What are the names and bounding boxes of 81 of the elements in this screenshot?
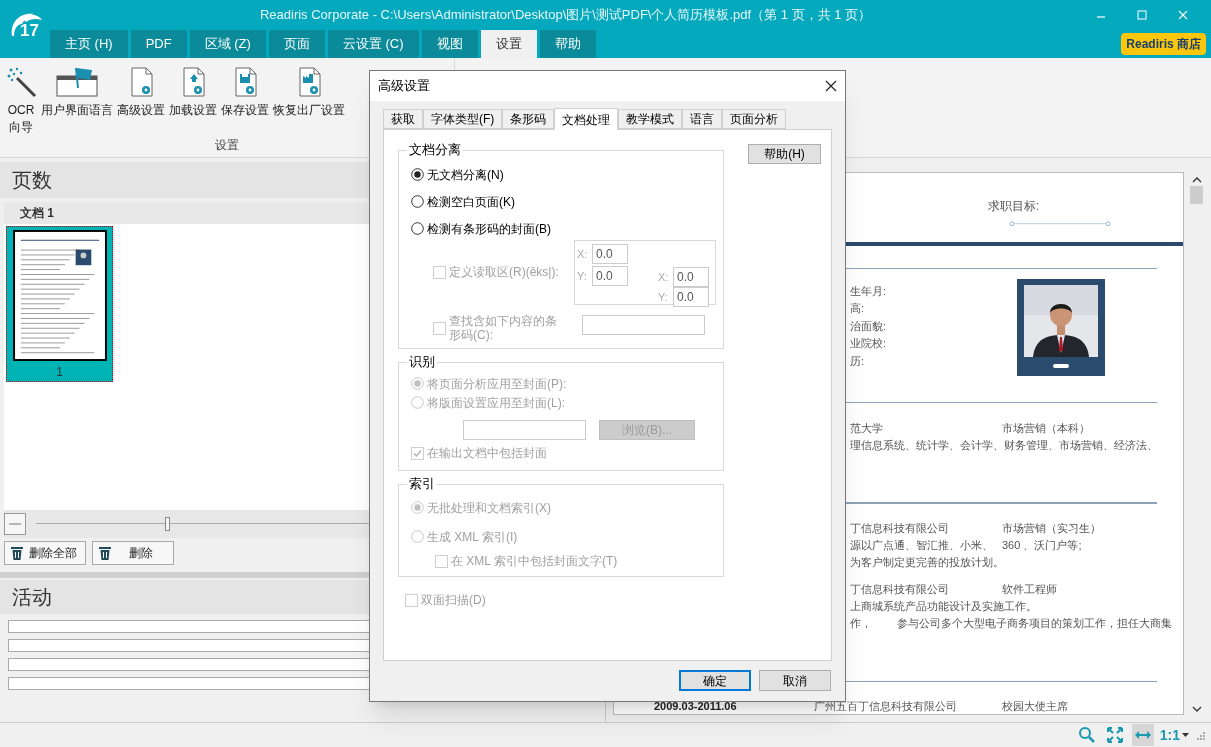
window-title: Readiris Corporate - C:\Users\Administrator\Desktop\图片\测试PDF\个人简历模板.pdf（第 1 页，共 1 页） [258, 6, 873, 25]
document-text: 市场营销（本科） [1002, 421, 1090, 434]
ribbon-tab[interactable]: 云设置 (C) [327, 30, 419, 58]
field-label: 求职目标: [988, 199, 1040, 213]
close-icon[interactable] [825, 80, 837, 92]
field-label: X: [577, 246, 589, 262]
field-label: 业院校: [850, 336, 887, 352]
trash-icon [99, 546, 111, 560]
group-header: 文档 1 [20, 205, 54, 222]
ribbon-tab[interactable]: PDF [130, 30, 187, 58]
ribbon-tab[interactable]: 视图 [421, 30, 478, 58]
dialog-tab[interactable]: 页面分析 [722, 109, 787, 129]
search-icon [1077, 726, 1096, 744]
document-text: 2009.03-2011.06 [654, 700, 737, 713]
panel-title: 页数 [12, 168, 52, 193]
fit-page-icon [1105, 726, 1124, 744]
group-title: 文档分离 [407, 142, 463, 158]
field-label: Y: [658, 289, 669, 305]
ribbon-tool-button[interactable]: 恢复出厂设置 [272, 66, 346, 119]
dialog-tab[interactable]: 教学模式 [618, 109, 683, 129]
delete-button[interactable]: 删除全部 [4, 541, 86, 565]
group-title: 识别 [407, 354, 437, 370]
dialog-button[interactable]: 取消 [759, 670, 831, 691]
field-label: 生年月: [850, 284, 887, 299]
magic-wand-icon [5, 66, 37, 98]
ribbon-tool-button[interactable]: 高级设置 [116, 66, 166, 119]
ribbon-tool-button[interactable]: 用户界面语言 [40, 66, 114, 119]
ribbon-tool-button[interactable]: OCR 向导 [4, 66, 38, 136]
document-text: 360 、沃门户等; [1002, 539, 1082, 552]
document-text: 上商城系统产品功能设计及实施工作。 [850, 600, 1037, 613]
status-tool-button[interactable] [1131, 724, 1154, 746]
document-text: 参与公司多个大型电子商务项目的策划工作，担任大商集 [897, 617, 1172, 630]
radio-button[interactable]: 检测有条形码的封面(B) [411, 219, 551, 238]
delete-button[interactable]: 删除 [92, 541, 174, 565]
help-button[interactable]: 帮助(H) [748, 144, 821, 164]
field-label: 历: [850, 354, 865, 369]
ribbon-tab[interactable]: 帮助 [539, 30, 596, 58]
dialog-tab[interactable]: 语言 [682, 109, 723, 129]
document-text: 为客户制定更完善的投放计划。 [850, 556, 1004, 569]
flag-window-icon [56, 66, 98, 98]
ribbon-tab[interactable]: 区域 (Z) [189, 30, 266, 58]
maximize-icon[interactable] [1137, 10, 1147, 20]
field-label: Y: [577, 268, 588, 284]
ribbon-tool-button[interactable]: 保存设置 [220, 66, 270, 119]
dialog-title: 高级设置 [378, 77, 430, 96]
radio-button[interactable]: 无文档分离(N) [411, 165, 504, 184]
ribbon-tab[interactable]: 主页 (H) [50, 30, 128, 58]
dialog-tab[interactable]: 条形码 [502, 109, 555, 129]
resize-grip-icon[interactable] [1195, 730, 1205, 740]
document-text: 市场营销（实习生） [1002, 522, 1101, 535]
panel-title: 活动 [12, 585, 52, 610]
field-label: X: [658, 269, 670, 285]
document-text: 范大学 [850, 421, 883, 434]
document-text: 校园大使主席 [1002, 700, 1068, 713]
zoom-out-button[interactable] [4, 513, 26, 535]
ribbon-tab[interactable]: 页面 [268, 30, 325, 58]
document-text: 丁信息科技有限公司 [850, 583, 949, 596]
scroll-up-icon[interactable] [1191, 176, 1202, 184]
document-text: 丁信息科技有限公司 [850, 522, 949, 535]
document-text: 作， [850, 617, 872, 630]
dialog-tab[interactable]: 获取 [383, 109, 423, 129]
document-text: 理信息系统、统计学、会计学、财务管理、市场营销、经济法、 [850, 438, 1158, 451]
store-button[interactable]: Readiris 商店 [1121, 33, 1206, 55]
dialog-tab[interactable]: 字体类型(F) [423, 109, 503, 129]
ribbon-tab[interactable]: 设置 [480, 30, 537, 58]
trash-icon [11, 546, 23, 560]
field-label: 高: [850, 301, 865, 317]
document-text: 软件工程师 [1002, 583, 1057, 596]
page-thumbnail[interactable]: 1 [6, 226, 113, 382]
caret-icon [1182, 733, 1189, 737]
scroll-thumb[interactable] [1190, 185, 1203, 204]
ribbon-group-label: 设置 [215, 137, 239, 154]
field-label: 治面貌: [850, 319, 887, 334]
document-text: 源以广点通、智汇推、小米、 [850, 539, 993, 552]
version-number: 17 [20, 20, 39, 42]
ribbon-tool-button[interactable]: 加载设置 [168, 66, 218, 119]
scroll-down-icon[interactable] [1191, 705, 1202, 713]
radio-button[interactable]: 检测空白页面(K) [411, 192, 515, 211]
dialog-button[interactable]: 确定 [679, 670, 751, 691]
dialog-tab[interactable]: 文档处理 [554, 108, 619, 130]
group-title: 索引 [407, 476, 437, 492]
